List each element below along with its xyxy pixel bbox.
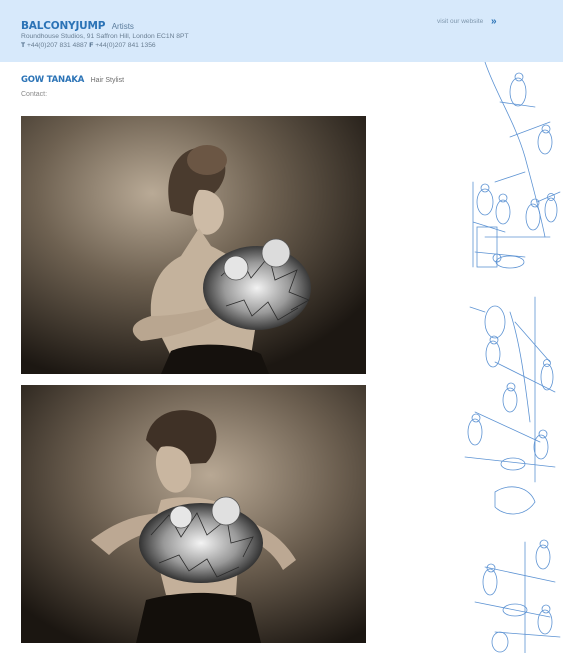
bird-branch-illustration bbox=[455, 61, 563, 654]
double-chevron-right-icon[interactable]: » bbox=[491, 16, 497, 27]
artist-role: Hair Stylist bbox=[90, 77, 125, 84]
artist-heading: GOW TANAKA Hair Stylist bbox=[21, 69, 124, 87]
artist-name: GOW TANAKA bbox=[21, 75, 85, 85]
portfolio-photo-2[interactable] bbox=[21, 385, 366, 643]
address: Roundhouse Studios, 91 Saffron Hill, Lon… bbox=[21, 33, 189, 40]
portfolio-photo-1[interactable] bbox=[21, 116, 366, 374]
phone-numbers: T +44(0)207 831 4887 F +44(0)207 841 135… bbox=[21, 42, 156, 49]
brand-logo[interactable]: BALCONYJUMP Artists bbox=[21, 16, 134, 34]
brand-tag: Artists bbox=[111, 22, 134, 31]
site-header: BALCONYJUMP Artists Roundhouse Studios, … bbox=[0, 0, 563, 62]
contact-label: Contact: bbox=[21, 91, 48, 98]
visit-website-link[interactable]: visit our website bbox=[437, 18, 483, 25]
fax-number: +44(0)207 841 1356 bbox=[95, 42, 156, 49]
fax-label: F bbox=[89, 42, 94, 49]
brand-name[interactable]: BALCONYJUMP bbox=[21, 20, 105, 32]
phone-number: +44(0)207 831 4887 bbox=[26, 42, 88, 49]
phone-label: T bbox=[21, 42, 26, 49]
